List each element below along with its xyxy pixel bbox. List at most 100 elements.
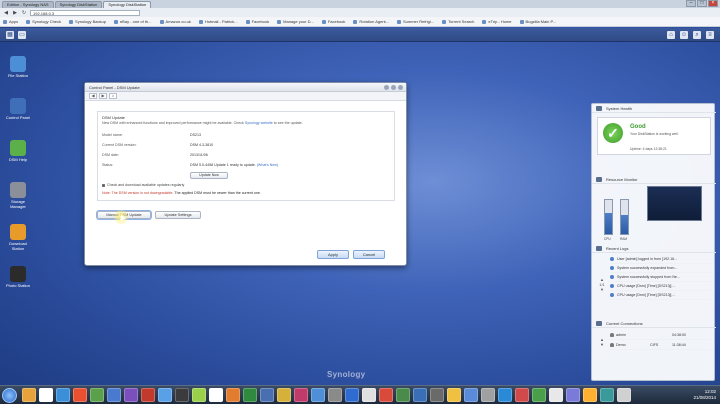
taskbar-app-icon[interactable] [464, 388, 478, 402]
connection-time: 11:38:44 [672, 343, 686, 347]
system-tray-clock[interactable]: 12:02 21/08/2014 [693, 389, 716, 401]
bookmark-item[interactable]: eTrip - Home [482, 19, 512, 24]
taskbar-app-icon[interactable] [192, 388, 206, 402]
taskbar-app-icon[interactable] [515, 388, 529, 402]
bookmark-item[interactable]: eBay - one of th... [113, 19, 152, 24]
bookmark-label: Amazon.co.uk [165, 19, 191, 24]
taskbar-app-icon[interactable] [175, 388, 189, 402]
apply-button[interactable]: Apply [317, 250, 349, 259]
browser-tab[interactable]: Edition - Synology NAS [2, 1, 54, 8]
taskbar-app-icon[interactable] [447, 388, 461, 402]
taskbar-app-icon[interactable] [124, 388, 138, 402]
taskbar-app-icon[interactable] [396, 388, 410, 402]
browser-tab[interactable]: Synology DiskStation [54, 1, 103, 8]
bookmark-item[interactable]: Summer Refrigi... [396, 19, 435, 24]
taskbar-app-icon[interactable] [141, 388, 155, 402]
bookmark-label: Summer Refrigi... [402, 19, 435, 24]
auto-update-checkbox[interactable] [102, 183, 105, 187]
bookmark-item[interactable]: Amazon.co.uk [159, 19, 191, 24]
taskbar-app-icon[interactable] [345, 388, 359, 402]
taskbar-app-icon[interactable] [362, 388, 376, 402]
desktop-shortcut[interactable]: Control Panel [4, 98, 32, 120]
window-close-icon[interactable] [398, 85, 403, 90]
desktop-shortcut[interactable]: Download Station [4, 224, 32, 251]
update-now-button[interactable]: Update Now [190, 172, 228, 179]
window-minimize-icon[interactable] [384, 85, 389, 90]
desktop-shortcut[interactable]: File Station [4, 56, 32, 78]
bookmark-item[interactable]: Facebook [321, 19, 345, 24]
bookmark-item[interactable]: Bugzilla Main P... [519, 19, 556, 24]
app-icon [10, 224, 26, 240]
bookmark-item[interactable]: Apps [3, 19, 18, 24]
taskbar-app-icon[interactable] [107, 388, 121, 402]
bookmark-item[interactable]: Manage your D... [277, 19, 314, 24]
desktop-shortcut[interactable]: DSM Help [4, 140, 32, 162]
bookmark-item[interactable]: Hotmail - Patrick... [198, 19, 238, 24]
taskbar-app-icon[interactable] [39, 388, 53, 402]
back-icon[interactable]: ◀ [89, 93, 97, 99]
taskbar-app-icon[interactable] [430, 388, 444, 402]
desktop-shortcut[interactable]: Storage Manager [4, 182, 32, 209]
taskbar-app-icon[interactable] [617, 388, 631, 402]
taskbar-app-icon[interactable] [294, 388, 308, 402]
log-text: User [admin] logged in from [192.16... [617, 257, 678, 261]
start-button[interactable] [2, 388, 17, 403]
synology-website-link[interactable]: Synology website [245, 121, 273, 125]
bookmark-item[interactable]: Rotation Agent... [353, 19, 389, 24]
taskbar-app-icon[interactable] [498, 388, 512, 402]
main-menu-icon[interactable]: ▦ [6, 31, 14, 39]
taskbar-app-icon[interactable] [243, 388, 257, 402]
taskbar-app-icon[interactable] [260, 388, 274, 402]
back-icon[interactable]: ◀ [3, 10, 9, 16]
reload-icon[interactable]: ↻ [21, 10, 27, 16]
update-settings-button[interactable]: Update Settings [155, 211, 201, 219]
maximize-icon[interactable]: □ [697, 0, 707, 7]
show-desktop-icon[interactable]: ▭ [18, 31, 26, 39]
app-icon [10, 182, 26, 198]
taskbar-app-icon[interactable] [549, 388, 563, 402]
taskbar-app-icon[interactable] [209, 388, 223, 402]
taskbar-app-icon[interactable] [22, 388, 36, 402]
bookmark-icon [198, 19, 203, 24]
bookmark-item[interactable]: Synology Check [26, 19, 61, 24]
forward-icon[interactable]: ▶ [12, 10, 18, 16]
taskbar-app-icon[interactable] [73, 388, 87, 402]
taskbar-app-icon[interactable] [311, 388, 325, 402]
whats-new-link[interactable]: (What's New) [257, 163, 278, 167]
widgets-icon[interactable]: ≡ [706, 31, 714, 39]
taskbar-app-icon[interactable] [277, 388, 291, 402]
window-maximize-icon[interactable] [391, 85, 396, 90]
minimize-icon[interactable]: – [686, 0, 696, 7]
cancel-button[interactable]: Cancel [353, 250, 385, 259]
search-icon[interactable]: ⌕ [693, 31, 701, 39]
taskbar-app-icon[interactable] [328, 388, 342, 402]
taskbar-app-icon[interactable] [532, 388, 546, 402]
taskbar-app-icon[interactable] [226, 388, 240, 402]
taskbar-app-icon[interactable] [56, 388, 70, 402]
browser-tab-active[interactable]: Synology DiskStation [103, 1, 152, 8]
desktop-shortcut[interactable]: Photo Station [4, 266, 32, 288]
taskbar-app-icon[interactable] [566, 388, 580, 402]
connections-pager[interactable]: ▲ ▼ [597, 337, 607, 347]
taskbar-app-icon[interactable] [90, 388, 104, 402]
browser-tab-bar: Edition - Synology NAS Synology DiskStat… [0, 0, 720, 8]
dsm-taskbar: ▦ ▭ ⌂ ☺ ⌕ ≡ [0, 28, 720, 42]
close-icon[interactable]: × [708, 0, 718, 7]
log-pager[interactable]: ▲ 1/1 ▼ [597, 277, 607, 292]
taskbar-app-icon[interactable] [583, 388, 597, 402]
forward-icon[interactable]: ▶ [99, 93, 107, 99]
app-icon [10, 98, 26, 114]
window-title-bar[interactable]: Control Panel - DSM Update [85, 83, 406, 92]
bookmark-item[interactable]: Facebook [245, 19, 269, 24]
url-input[interactable]: 192.168.0.3 [30, 9, 140, 16]
home-icon[interactable]: ⌂ [109, 93, 117, 99]
taskbar-app-icon[interactable] [600, 388, 614, 402]
home-icon[interactable]: ⌂ [667, 31, 675, 39]
taskbar-app-icon[interactable] [481, 388, 495, 402]
bookmark-item[interactable]: Synology Backup [69, 19, 106, 24]
user-icon[interactable]: ☺ [680, 31, 688, 39]
taskbar-app-icon[interactable] [158, 388, 172, 402]
taskbar-app-icon[interactable] [413, 388, 427, 402]
taskbar-app-icon[interactable] [379, 388, 393, 402]
bookmark-item[interactable]: Torrent Search [442, 19, 474, 24]
